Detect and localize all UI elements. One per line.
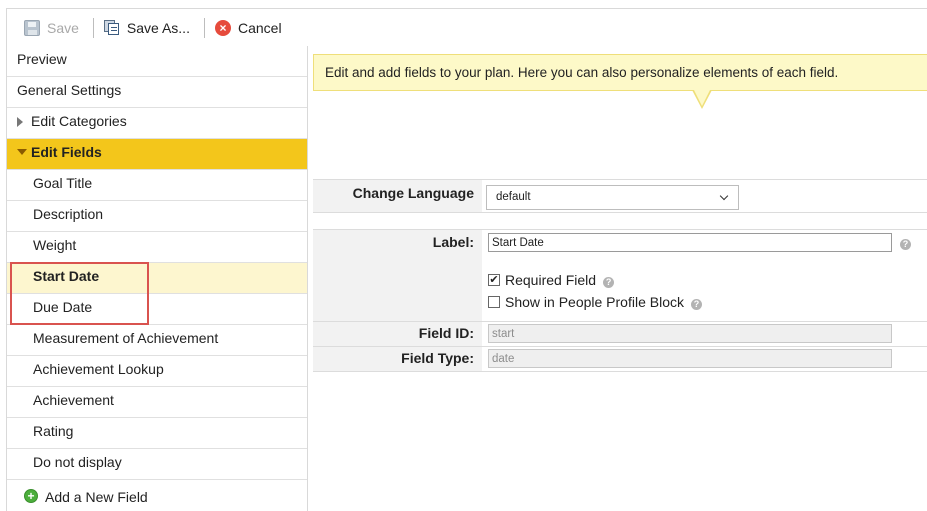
field-item-do-not-display[interactable]: Do not display (7, 449, 307, 480)
sidebar-item-edit-fields[interactable]: Edit Fields (7, 139, 307, 170)
sidebar-item-label: Edit Fields (31, 144, 102, 160)
divider (313, 346, 927, 347)
add-circle-icon: + (24, 489, 38, 503)
label-field-label: Label: (432, 234, 474, 250)
add-new-field-label: Add a New Field (45, 489, 148, 505)
label-column: Label: Field ID: Field Type: (313, 230, 482, 371)
field-item-label: Measurement of Achievement (33, 330, 219, 346)
expand-arrow-icon (17, 117, 23, 127)
info-tip-text: Edit and add fields to your plan. Here y… (325, 65, 839, 80)
field-item-label: Do not display (33, 454, 122, 470)
save-button[interactable]: Save (24, 16, 79, 40)
cancel-button[interactable]: × Cancel (214, 16, 282, 40)
field-id-label: Field ID: (418, 325, 474, 341)
sidebar-nav: Preview General Settings Edit Categories… (6, 46, 308, 511)
save-as-button[interactable]: Save As... (103, 16, 190, 40)
language-select[interactable]: default (486, 185, 739, 210)
floppy-disk-icon (24, 19, 40, 36)
save-button-label: Save (47, 19, 79, 36)
divider (313, 321, 927, 322)
field-item-label: Description (33, 206, 104, 222)
required-field-label: Required Field (505, 272, 597, 288)
chevron-down-icon (719, 191, 729, 201)
field-item-label: Goal Title (33, 175, 93, 191)
help-icon[interactable]: ? (900, 239, 911, 250)
field-item-achievement[interactable]: Achievement (7, 387, 307, 418)
field-item-description[interactable]: Description (7, 201, 307, 232)
info-tip-banner: Edit and add fields to your plan. Here y… (313, 54, 927, 91)
toolbar: Save Save As... × Cancel (6, 8, 927, 46)
field-settings-form: Label: Field ID: Field Type: ? ✔ Require… (313, 229, 927, 372)
field-item-label: Achievement Lookup (33, 361, 164, 377)
field-item-label: Rating (33, 423, 74, 439)
show-in-profile-checkbox[interactable] (488, 296, 500, 308)
tip-pointer-fill (694, 90, 710, 106)
help-icon[interactable]: ? (691, 298, 702, 310)
sidebar-item-preview[interactable]: Preview (7, 46, 307, 77)
field-item-start-date[interactable]: Start Date (7, 263, 307, 294)
cancel-button-label: Cancel (237, 19, 282, 36)
sidebar-item-label: Preview (17, 51, 67, 67)
toolbar-separator (92, 17, 94, 38)
sidebar-item-edit-categories[interactable]: Edit Categories (7, 108, 307, 139)
required-field-checkbox-row[interactable]: ✔ Required Field ? (488, 272, 615, 288)
sidebar-item-label: General Settings (17, 82, 122, 98)
collapse-arrow-icon (17, 149, 27, 155)
field-item-rating[interactable]: Rating (7, 418, 307, 449)
field-item-measurement-of-achievement[interactable]: Measurement of Achievement (7, 325, 307, 356)
field-item-goal-title[interactable]: Goal Title (7, 170, 307, 201)
show-in-profile-checkbox-row[interactable]: Show in People Profile Block ? (488, 294, 702, 310)
sidebar-item-general-settings[interactable]: General Settings (7, 77, 307, 108)
help-icon[interactable]: ? (603, 276, 615, 288)
save-as-button-label: Save As... (126, 19, 190, 36)
label-input[interactable] (488, 233, 892, 252)
language-select-value: default (496, 191, 531, 203)
field-item-achievement-lookup[interactable]: Achievement Lookup (7, 356, 307, 387)
toolbar-separator (203, 17, 205, 38)
cancel-icon: × (214, 19, 231, 36)
sidebar-item-label: Edit Categories (31, 113, 127, 129)
show-in-profile-label: Show in People Profile Block (505, 294, 684, 310)
change-language-row: Change Language default (313, 179, 927, 213)
field-id-input (488, 324, 892, 343)
field-type-input (488, 349, 892, 368)
required-field-checkbox[interactable]: ✔ (488, 274, 500, 286)
field-item-label: Weight (33, 237, 77, 253)
field-item-label: Due Date (33, 299, 93, 315)
save-as-icon (103, 19, 120, 36)
label-column: Change Language (313, 180, 482, 212)
field-item-due-date[interactable]: Due Date (7, 294, 307, 325)
field-item-label: Start Date (33, 268, 100, 284)
field-type-label: Field Type: (401, 350, 474, 366)
add-new-field-button[interactable]: + Add a New Field (7, 486, 307, 511)
change-language-label: Change Language (352, 185, 474, 201)
field-item-weight[interactable]: Weight (7, 232, 307, 263)
field-item-label: Achievement (33, 392, 114, 408)
